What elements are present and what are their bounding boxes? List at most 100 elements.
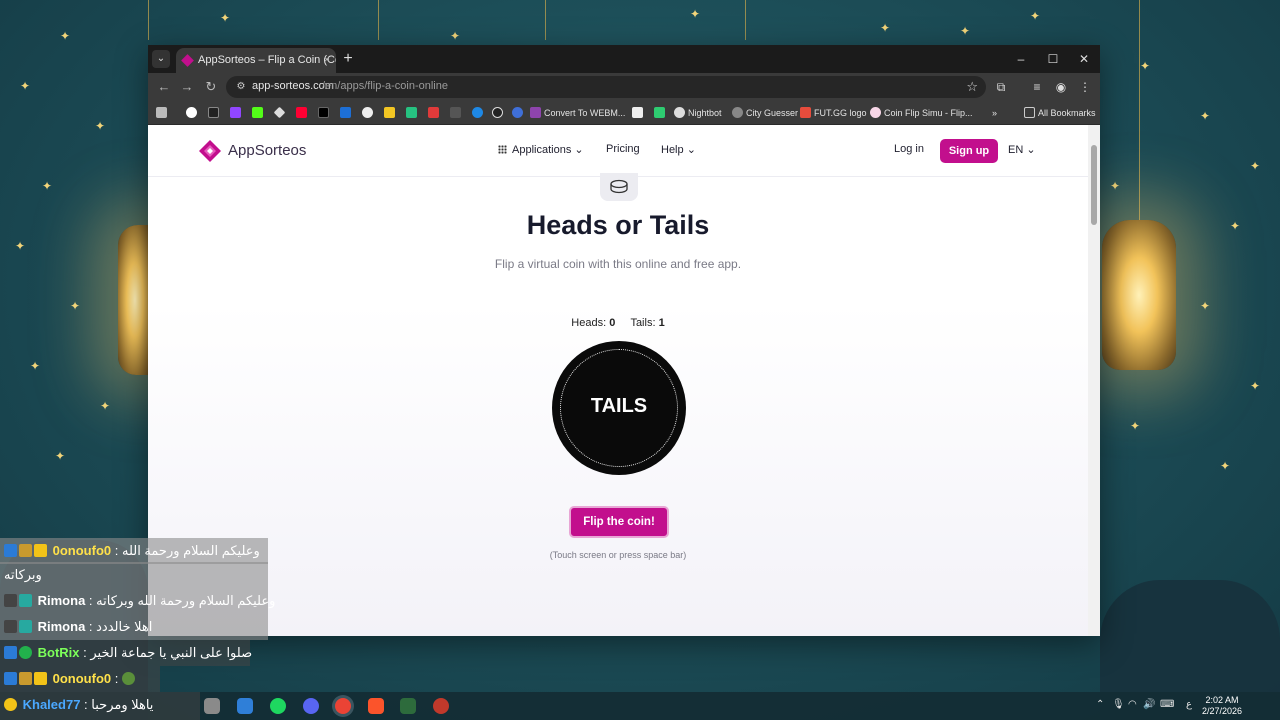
bookmark-google-icon[interactable] [186, 105, 200, 121]
new-tab-button[interactable]: + [338, 49, 358, 69]
bookmark-red-icon[interactable] [428, 105, 442, 121]
back-icon[interactable]: ← [154, 77, 174, 97]
bookmark-p-icon[interactable] [208, 105, 222, 121]
tails-count: 1 [658, 317, 665, 329]
tab-close-icon[interactable]: × [324, 48, 330, 73]
bookmark-dark-icon[interactable] [450, 105, 464, 121]
bookmark-label: Convert To WEBM... [544, 108, 626, 118]
coin[interactable]: TAILS [552, 341, 686, 475]
taskbar-app-icon[interactable] [204, 698, 220, 714]
lantern-right [1102, 220, 1176, 370]
chat-message: BotRix : صلوا على النبي يا جماعة الخير [0, 640, 252, 666]
address-bar[interactable]: ⚙ app-sorteos.com /en/apps/flip-a-coin-o… [226, 76, 986, 98]
bookmark-kick-icon[interactable] [252, 105, 266, 121]
badge-icon [4, 698, 17, 711]
discord-icon[interactable] [303, 698, 319, 714]
maximize-button[interactable]: ☐ [1038, 49, 1068, 69]
close-window-button[interactable]: ✕ [1069, 49, 1099, 69]
site-info-icon[interactable]: ⚙ [234, 80, 248, 94]
bookmark-yellow-icon[interactable] [384, 105, 398, 121]
nav-pricing[interactable]: Pricing [606, 143, 640, 155]
bookmark-futgg[interactable]: FUT.GG logo [800, 105, 867, 121]
language-label: EN [1008, 144, 1024, 156]
tray-overflow-icon[interactable]: ⌃ [1096, 699, 1104, 710]
chat-username: Rimona [37, 619, 86, 634]
system-clock[interactable]: 2:02 AM 2/27/2026 [1202, 695, 1242, 717]
spotify-icon[interactable] [270, 698, 286, 714]
bookmark-star-icon[interactable]: ☆ [966, 79, 978, 95]
scrollbar-thumb[interactable] [1091, 145, 1097, 225]
profile-icon[interactable]: ◉ [1052, 78, 1070, 96]
bookmark-coin-flip-simu[interactable]: Coin Flip Simu - Flip... [870, 105, 973, 121]
chat-message: Khaled77 : ياهلا ومرحبا [0, 692, 200, 720]
bookmark-twitch-icon[interactable] [230, 105, 244, 121]
bookmark-r-icon[interactable] [512, 105, 526, 121]
language-selector[interactable]: EN ⌄ [1008, 143, 1036, 156]
bookmark-github-icon[interactable] [362, 105, 376, 121]
chat-text: وعليكم السلام ورحمة الله وبركاته [96, 593, 276, 608]
chat-text: وبركاته [4, 567, 42, 582]
keyboard-hint: (Touch screen or press space bar) [549, 550, 687, 560]
bookmark-nightbot[interactable]: Nightbot [674, 105, 722, 121]
sub-badge-icon [19, 544, 32, 557]
taskbar-app-icon[interactable] [433, 698, 449, 714]
site-header: AppSorteos Applications ⌄ Pricing Help ⌄… [148, 125, 1088, 177]
heads-label: Heads: [571, 317, 607, 329]
microphone-icon[interactable]: 🎙 [1112, 699, 1125, 710]
bookmark-youtube-icon[interactable] [296, 105, 310, 121]
bookmark-x-icon[interactable] [318, 105, 332, 121]
nav-help[interactable]: Help ⌄ [661, 143, 696, 156]
tails-label: Tails: [630, 317, 656, 329]
signup-button[interactable]: Sign up [940, 139, 998, 163]
brave-icon[interactable] [368, 698, 384, 714]
volume-icon[interactable]: 🔊 [1143, 699, 1155, 710]
bookmark-calc-icon[interactable] [406, 105, 420, 121]
sub-badge-icon [19, 620, 32, 633]
coin-face-label: TAILS [590, 395, 648, 417]
chrome-icon[interactable] [335, 698, 351, 714]
bookmark-image-icon[interactable] [632, 105, 646, 121]
taskbar-app-icon[interactable] [237, 698, 253, 714]
all-bookmarks[interactable]: All Bookmarks [1024, 105, 1096, 121]
input-language[interactable]: ع [1186, 699, 1192, 710]
menu-kebab-icon[interactable]: ⋮ [1076, 78, 1094, 96]
web-page: AppSorteos Applications ⌄ Pricing Help ⌄… [148, 125, 1088, 636]
bookmark-green-icon[interactable] [654, 105, 668, 121]
page-scrollbar[interactable] [1088, 125, 1100, 636]
kick-badge-icon [4, 544, 17, 557]
extensions-icon[interactable]: ⧉ [992, 78, 1010, 96]
bookmark-play-icon[interactable] [472, 105, 486, 121]
clock-time: 2:02 AM [1205, 695, 1239, 705]
clock-date: 2/27/2026 [1201, 706, 1242, 716]
appsorteos-favicon-icon [181, 54, 194, 67]
coin-stack-icon [600, 173, 638, 201]
apps-grid-icon[interactable] [156, 105, 170, 121]
minimize-button[interactable]: – [1006, 49, 1036, 69]
tab-strip: ⌄ AppSorteos – Flip a Coin (Coin × + – ☐… [148, 45, 1100, 73]
chat-username: 0onoufo0 [52, 671, 112, 686]
flip-coin-button[interactable]: Flip the coin! [569, 506, 669, 538]
wifi-icon[interactable]: ◠ [1128, 699, 1137, 710]
bookmark-city-guesser[interactable]: City Guesser [732, 105, 798, 121]
bookmark-diamond-icon[interactable] [273, 105, 288, 121]
mod-badge-icon [4, 620, 17, 633]
media-controls-icon[interactable]: ≡ [1028, 78, 1046, 96]
nav-help-label: Help [661, 144, 684, 156]
reload-icon[interactable]: ↻ [201, 77, 221, 97]
bookmarks-overflow-icon[interactable]: » [992, 105, 997, 121]
bookmark-convert-webm[interactable]: Convert To WEBM... [530, 105, 625, 121]
keyboard-icon[interactable]: ⌨ [1160, 699, 1174, 710]
bookmark-label: Nightbot [688, 108, 722, 118]
forward-icon[interactable]: → [177, 77, 197, 97]
tab-search-icon[interactable]: ⌄ [152, 50, 170, 68]
login-link[interactable]: Log in [894, 143, 924, 155]
bookmark-label: FUT.GG logo [814, 108, 867, 118]
bookmark-paypal-icon[interactable] [340, 105, 354, 121]
tab-active[interactable]: AppSorteos – Flip a Coin (Coin × [176, 48, 336, 73]
kick-badge-icon [4, 672, 17, 685]
bookmark-s-icon[interactable] [492, 105, 506, 121]
chevron-down-icon: ⌄ [686, 144, 696, 156]
sub-badge-icon [19, 672, 32, 685]
taskbar-app-icon[interactable] [400, 698, 416, 714]
nav-applications[interactable]: Applications ⌄ [498, 143, 584, 156]
